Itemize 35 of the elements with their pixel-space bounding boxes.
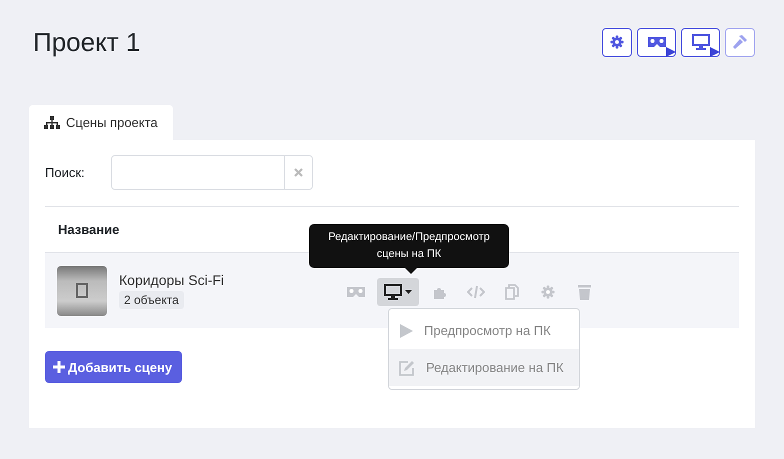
settings-icon	[541, 284, 555, 298]
sitemap-icon	[44, 116, 60, 130]
vr-headset-icon	[346, 286, 366, 298]
toolbar-button[interactable]	[602, 28, 632, 56]
vr-headset-icon	[646, 36, 666, 48]
thumbnail-image	[57, 266, 107, 316]
tooltip-arrow	[405, 268, 417, 274]
trash-icon	[578, 284, 590, 300]
monitor-icon	[692, 34, 710, 50]
toolbar-button[interactable]	[681, 28, 720, 56]
hammer-icon	[732, 34, 748, 50]
close-icon	[294, 168, 303, 177]
play-triangle-icon	[666, 46, 676, 56]
page-title: Проект 1	[33, 26, 140, 58]
object-count-badge: 2 объекта	[119, 291, 184, 309]
add-scene-button[interactable]: Добавить сцену	[45, 351, 182, 383]
plus-icon	[53, 361, 65, 373]
code-icon	[467, 284, 485, 298]
search-label: Поиск:	[45, 165, 85, 180]
dropdown-item[interactable]: Предпросмотр на ПК	[389, 312, 579, 349]
copy-icon	[505, 284, 519, 300]
tab[interactable]: Сцены проекта	[29, 105, 173, 140]
edit-icon	[399, 360, 415, 376]
column-header: Название	[58, 222, 120, 237]
settings-icon	[610, 35, 624, 49]
search-field[interactable]	[110, 155, 313, 190]
play-triangle-icon	[710, 46, 720, 56]
scene-name: Коридоры Sci-Fi	[119, 272, 224, 288]
toolbar-button[interactable]	[637, 28, 676, 56]
tooltip: Редактирование/Предпросмотр сцены на ПК	[309, 224, 509, 268]
caret-icon	[405, 290, 412, 294]
dropdown-item[interactable]: Редактирование на ПК	[389, 349, 579, 386]
action-button[interactable]	[377, 278, 419, 306]
monitor-icon	[384, 284, 402, 300]
play-icon	[399, 322, 413, 338]
